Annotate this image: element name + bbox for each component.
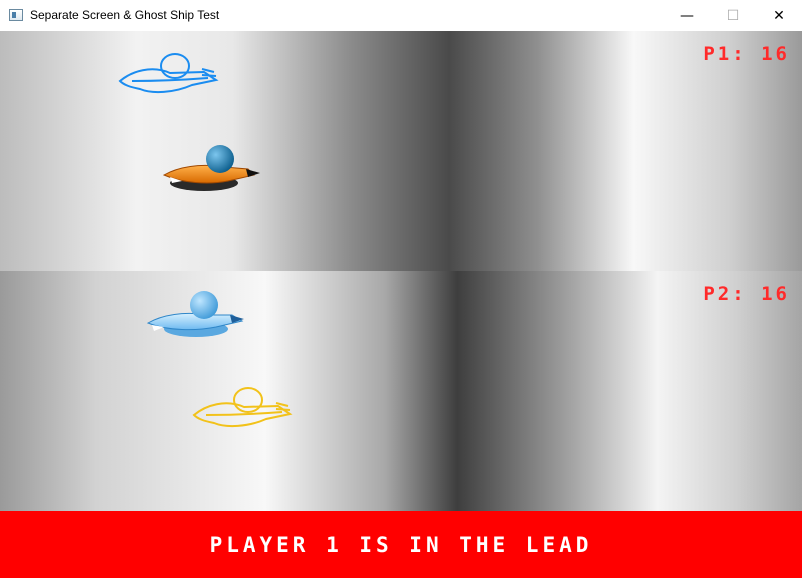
player2-score-value: 16 xyxy=(761,283,790,305)
title-bar[interactable]: Separate Screen & Ghost Ship Test — ☐ ✕ xyxy=(0,0,802,32)
player1-score: P1: 16 xyxy=(703,43,790,65)
player2-score: P2: 16 xyxy=(703,283,790,305)
app-icon xyxy=(9,9,23,21)
minimize-button[interactable]: — xyxy=(664,0,710,31)
player1-screen: P1: 16 xyxy=(0,31,802,271)
player1-score-value: 16 xyxy=(761,43,790,65)
status-banner: PLAYER 1 IS IN THE LEAD xyxy=(0,511,802,578)
player2-screen: P2: 16 xyxy=(0,271,802,511)
close-button[interactable]: ✕ xyxy=(756,0,802,31)
player1-score-label: P1: xyxy=(703,43,747,65)
ghost-ship-yellow xyxy=(192,387,293,428)
ghost-ship-blue xyxy=(118,53,219,94)
player2-score-label: P2: xyxy=(703,283,747,305)
lead-message: PLAYER 1 IS IN THE LEAD xyxy=(209,532,593,557)
window-title: Separate Screen & Ghost Ship Test xyxy=(30,8,220,22)
player2-ship xyxy=(146,291,244,337)
player1-ship xyxy=(162,145,260,191)
game-window: Separate Screen & Ghost Ship Test — ☐ ✕ … xyxy=(0,0,802,578)
maximize-button[interactable]: ☐ xyxy=(710,0,756,31)
